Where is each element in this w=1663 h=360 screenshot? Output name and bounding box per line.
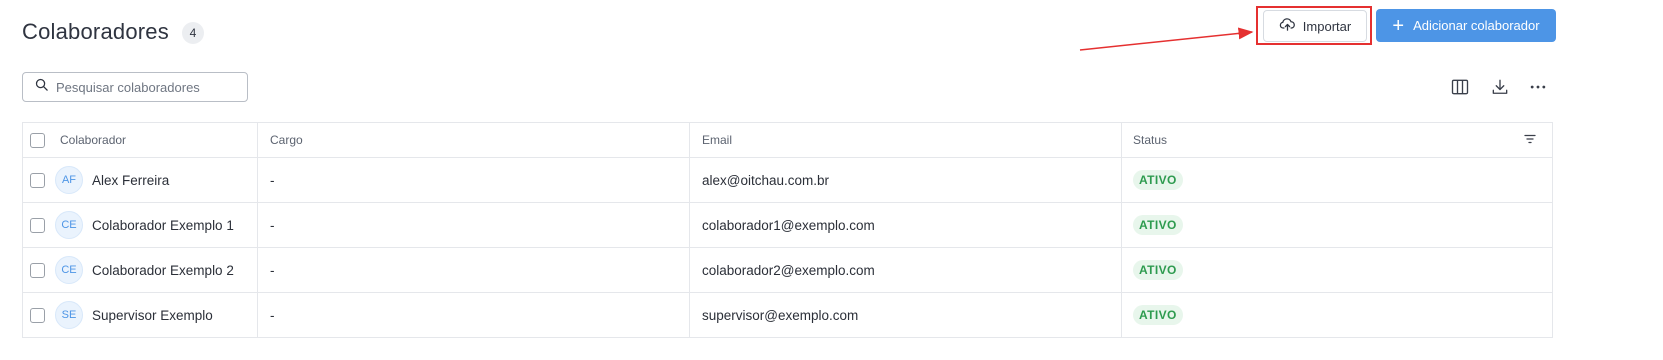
import-button-label: Importar [1302,18,1352,34]
plus-icon: + [1392,14,1405,37]
column-header-cargo[interactable]: Cargo [270,133,303,147]
row-checkbox[interactable] [30,262,45,278]
search-input[interactable] [56,79,236,95]
table-row[interactable]: CE Colaborador Exemplo 1 - colaborador1@e… [23,203,1552,248]
row-checkbox[interactable] [30,307,45,323]
select-all-checkbox[interactable] [30,132,45,148]
colaborador-name[interactable]: Colaborador Exemplo 2 [92,263,234,278]
cargo-value: - [270,262,275,278]
download-icon[interactable] [1490,77,1510,97]
add-colaborador-button[interactable]: + Adicionar colaborador [1376,9,1556,42]
import-button[interactable]: Importar [1263,10,1367,42]
column-header-colaborador[interactable]: Colaborador [60,133,126,147]
status-badge: ATIVO [1133,170,1183,190]
page-title: Colaboradores [22,19,169,44]
status-badge: ATIVO [1133,305,1183,325]
columns-icon[interactable] [1450,77,1470,97]
column-header-status[interactable]: Status [1133,133,1167,147]
status-badge: ATIVO [1133,215,1183,235]
table-row[interactable]: CE Colaborador Exemplo 2 - colaborador2@e… [23,248,1552,293]
colaborador-name[interactable]: Alex Ferreira [92,173,169,188]
avatar: CE [55,211,83,239]
colaborador-name[interactable]: Supervisor Exemplo [92,308,213,323]
email-value: colaborador2@exemplo.com [702,262,875,278]
search-icon [34,77,49,97]
email-value: supervisor@exemplo.com [702,307,859,323]
cloud-upload-icon [1279,16,1296,36]
avatar: AF [55,166,83,194]
count-badge: 4 [182,22,204,44]
email-value: colaborador1@exemplo.com [702,217,875,233]
avatar: SE [55,301,83,329]
row-checkbox[interactable] [30,217,45,233]
table-row[interactable]: SE Supervisor Exemplo - supervisor@exempl… [23,293,1552,338]
more-icon[interactable] [1528,77,1548,97]
colaborador-name[interactable]: Colaborador Exemplo 1 [92,218,234,233]
table-row[interactable]: AF Alex Ferreira - alex@oitchau.com.br AT… [23,158,1552,203]
table-header-row: Colaborador Cargo Email Status [23,123,1552,158]
cargo-value: - [270,172,275,188]
cargo-value: - [270,307,275,323]
avatar: CE [55,256,83,284]
status-badge: ATIVO [1133,260,1183,280]
cargo-value: - [270,217,275,233]
search-box[interactable] [22,72,248,102]
column-header-email[interactable]: Email [702,133,732,147]
filter-icon[interactable] [1524,133,1536,148]
colaboradores-table: Colaborador Cargo Email Status AF Alex Fe… [22,122,1553,338]
row-checkbox[interactable] [30,172,45,188]
email-value: alex@oitchau.com.br [702,172,830,188]
add-colaborador-label: Adicionar colaborador [1413,18,1540,33]
